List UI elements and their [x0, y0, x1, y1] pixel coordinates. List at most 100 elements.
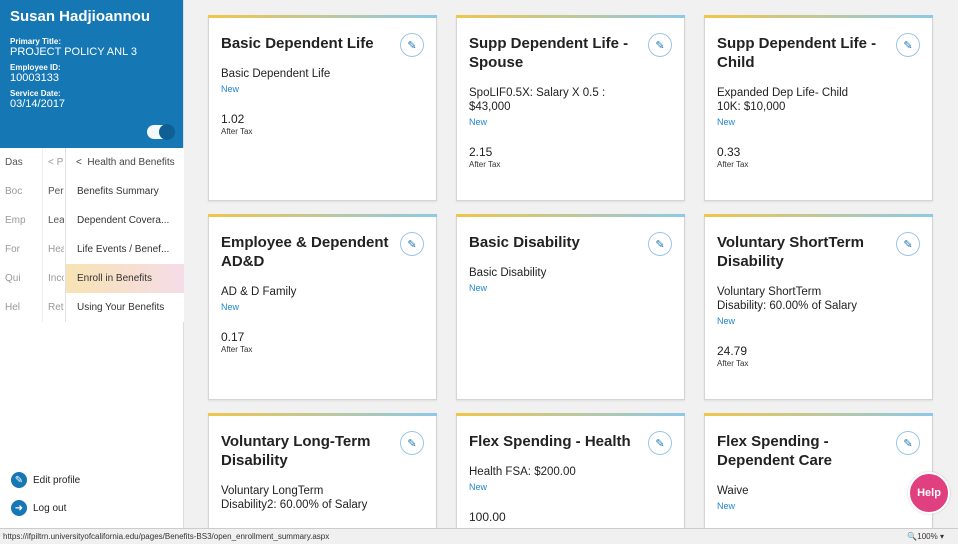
card-plan: Basic Disability	[469, 267, 547, 279]
new-badge: New	[469, 482, 488, 492]
chevron-left-icon: <	[76, 157, 88, 168]
benefit-card: Flex Spending - Dependent Care ✎ Waive N…	[704, 413, 933, 528]
nav-subitem[interactable]: < P	[48, 148, 64, 177]
help-button[interactable]: Help	[908, 472, 950, 514]
card-title: Employee & Dependent AD&D	[221, 234, 389, 270]
employee-id-value: 10003133	[10, 72, 59, 84]
edit-button[interactable]: ✎	[400, 33, 424, 57]
nav-enroll-in-benefits[interactable]: Enroll in Benefits	[66, 264, 184, 293]
benefit-card: Basic Dependent Life ✎ Basic Dependent L…	[208, 15, 437, 201]
benefit-card: Supp Dependent Life - Spouse ✎ SpoLIF0.5…	[456, 15, 685, 201]
card-title: Basic Disability	[469, 234, 580, 251]
nav-column-benefits: < Health and Benefits Benefits Summary D…	[65, 148, 184, 322]
nav-benefits-summary[interactable]: Benefits Summary	[66, 177, 184, 206]
service-date-label: Service Date:	[10, 89, 61, 98]
nav-subitem[interactable]: Ret	[48, 293, 64, 322]
cost-label: After Tax	[221, 127, 253, 136]
card-cost: 0.17	[221, 330, 245, 344]
nav-subitem[interactable]: Inco	[48, 264, 64, 293]
log-out-button[interactable]: ➜ Log out	[0, 494, 184, 522]
edit-button[interactable]: ✎	[400, 431, 424, 455]
benefit-card: Voluntary Long-Term Disability ✎ Volunta…	[208, 413, 437, 528]
card-plan: Waive	[717, 485, 749, 497]
edit-button[interactable]: ✎	[648, 33, 672, 57]
status-url: https://ifpiltrn.universityofcalifornia.…	[3, 532, 330, 541]
nav-back-header[interactable]: < Health and Benefits	[66, 148, 184, 177]
nav-using-your-benefits[interactable]: Using Your Benefits	[66, 293, 184, 322]
nav-item[interactable]: Boc	[5, 177, 37, 206]
log-out-label: Log out	[33, 502, 67, 514]
edit-button[interactable]: ✎	[648, 232, 672, 256]
card-title: Flex Spending - Health	[469, 433, 631, 450]
nav-subitem[interactable]: Hea	[48, 235, 64, 264]
pencil-icon: ✎	[655, 238, 665, 251]
profile-toggle[interactable]	[147, 124, 175, 140]
edit-button[interactable]: ✎	[896, 33, 920, 57]
benefit-card: Voluntary ShortTerm Disability ✎ Volunta…	[704, 214, 933, 400]
nav-dependent-coverage[interactable]: Dependent Covera...	[66, 206, 184, 235]
pencil-icon: ✎	[903, 437, 913, 450]
cost-label: After Tax	[717, 359, 749, 368]
new-badge: New	[469, 117, 488, 127]
nav-item[interactable]: Qui	[5, 264, 37, 293]
card-plan: Voluntary ShortTerm Disability: 60.00% o…	[717, 286, 857, 312]
primary-title-label: Primary Title:	[10, 37, 61, 46]
card-cost: 0.33	[717, 145, 741, 159]
navigation: Das Boc Emp For Qui Hel < P Pers Lea Hea…	[0, 148, 184, 466]
nav-item[interactable]: Emp	[5, 206, 37, 235]
zoom-control[interactable]: 🔍100% ▾	[907, 532, 944, 541]
card-title: Basic Dependent Life	[221, 35, 374, 52]
benefit-card: Employee & Dependent AD&D ✎ AD & D Famil…	[208, 214, 437, 400]
nav-subitem[interactable]: Pers	[48, 177, 64, 206]
new-badge: New	[221, 302, 240, 312]
pencil-icon: ✎	[903, 238, 913, 251]
edit-profile-label: Edit profile	[33, 474, 81, 486]
edit-button[interactable]: ✎	[896, 232, 920, 256]
service-date-value: 03/14/2017	[10, 98, 66, 110]
edit-profile-button[interactable]: ✎ Edit profile	[0, 466, 184, 494]
card-cost: 100.00	[469, 510, 506, 524]
pencil-icon: ✎	[407, 39, 417, 52]
card-title: Voluntary ShortTerm Disability	[717, 234, 864, 270]
pencil-icon: ✎	[407, 437, 417, 450]
card-title: Flex Spending - Dependent Care	[717, 433, 833, 469]
card-cost: 2.15	[469, 145, 493, 159]
pencil-icon: ✎	[655, 437, 665, 450]
nav-life-events[interactable]: Life Events / Benef...	[66, 235, 184, 264]
new-badge: New	[717, 316, 736, 326]
benefit-card: Flex Spending - Health ✎ Health FSA: $20…	[456, 413, 685, 528]
card-plan: Health FSA: $200.00	[469, 466, 576, 478]
card-cost: 24.79	[717, 344, 748, 358]
card-cost: 1.02	[221, 112, 245, 126]
nav-header-label: Health and Benefits	[87, 157, 175, 168]
profile-name: Susan Hadjioannou	[10, 8, 151, 25]
sidebar-footer: ✎ Edit profile ➜ Log out	[0, 466, 184, 522]
new-badge: New	[221, 84, 240, 94]
edit-button[interactable]: ✎	[400, 232, 424, 256]
nav-item[interactable]: For	[5, 235, 37, 264]
card-title: Supp Dependent Life - Spouse	[469, 35, 629, 71]
benefit-card: Basic Disability ✎ Basic Disability New	[456, 214, 685, 400]
nav-item[interactable]: Hel	[5, 293, 37, 322]
pencil-icon: ✎	[903, 39, 913, 52]
edit-button[interactable]: ✎	[648, 431, 672, 455]
employee-id-label: Employee ID:	[10, 63, 61, 72]
nav-subitem[interactable]: Lea	[48, 206, 64, 235]
cost-label: After Tax	[717, 160, 749, 169]
card-title: Supp Dependent Life - Child	[717, 35, 877, 71]
browser-status-bar: https://ifpiltrn.universityofcalifornia.…	[0, 528, 958, 544]
profile-panel: Susan Hadjioannou Primary Title: PROJECT…	[0, 0, 183, 148]
new-badge: New	[717, 501, 736, 511]
nav-column-main: Das Boc Emp For Qui Hel	[5, 148, 37, 322]
edit-button[interactable]: ✎	[896, 431, 920, 455]
nav-item[interactable]: Das	[5, 148, 37, 177]
card-plan: SpoLIF0.5X: Salary X 0.5 : $43,000	[469, 87, 606, 113]
card-plan: Voluntary LongTerm Disability2: 60.00% o…	[221, 485, 368, 511]
logout-arrow-icon: ➜	[11, 500, 27, 516]
card-title: Voluntary Long-Term Disability	[221, 433, 371, 469]
card-plan: Expanded Dep Life- Child 10K: $10,000	[717, 87, 849, 113]
card-plan: Basic Dependent Life	[221, 68, 331, 80]
pencil-icon: ✎	[407, 238, 417, 251]
new-badge: New	[469, 283, 488, 293]
pencil-icon: ✎	[11, 472, 27, 488]
